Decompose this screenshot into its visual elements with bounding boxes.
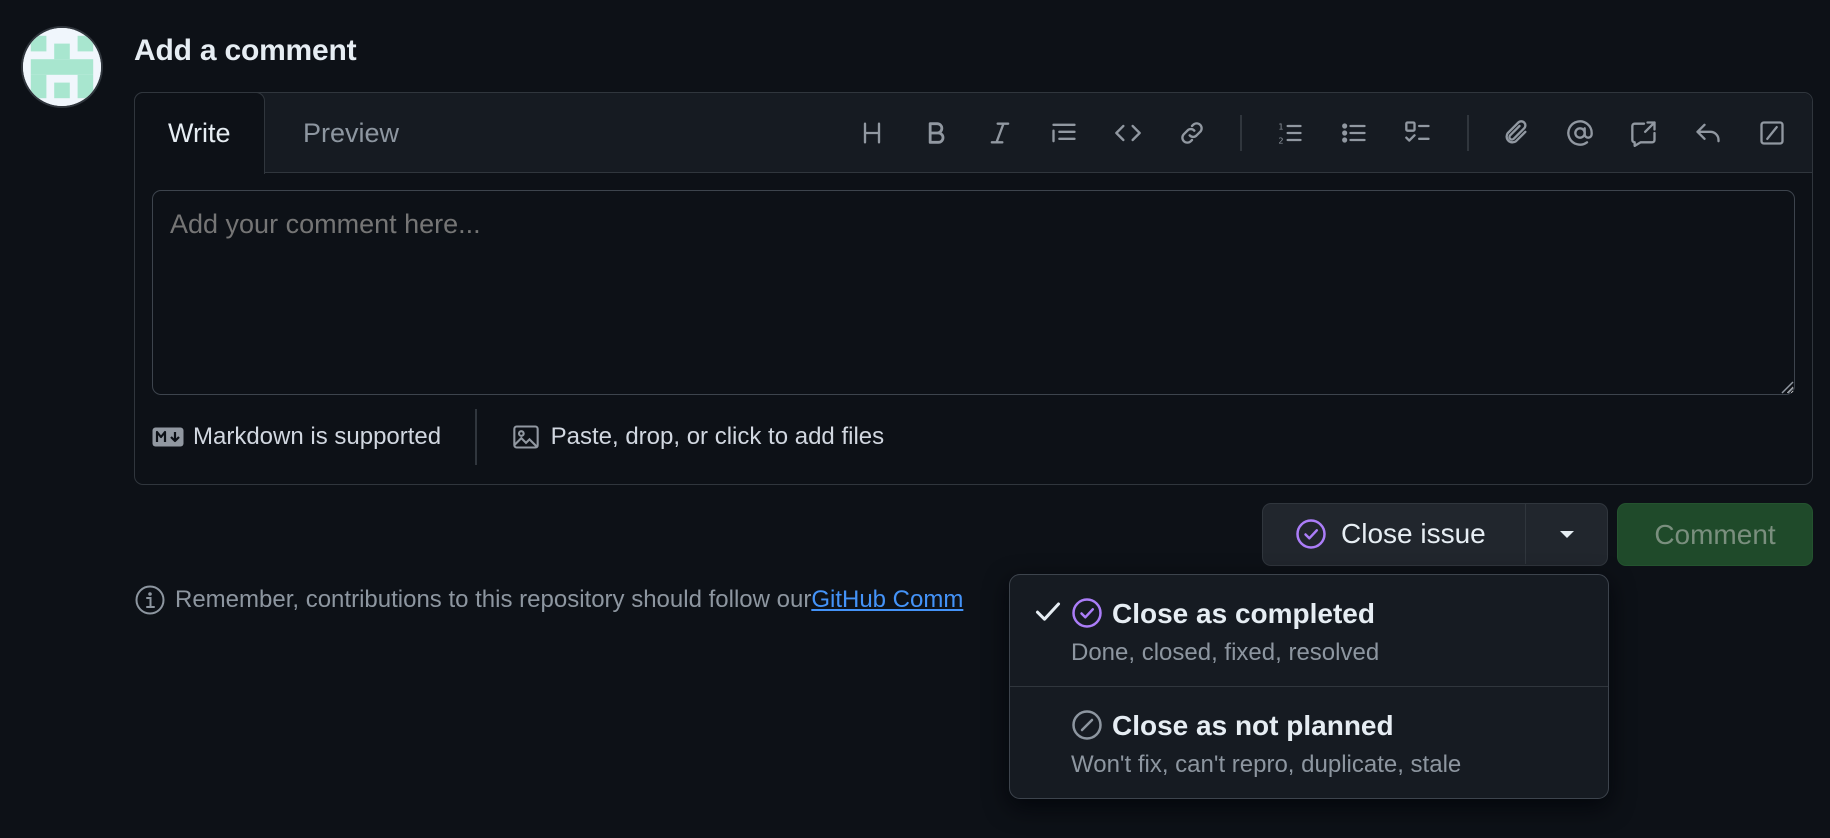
- slash-commands-icon[interactable]: [1754, 115, 1790, 151]
- avatar[interactable]: [21, 26, 103, 108]
- cross-reference-icon[interactable]: [1626, 115, 1662, 151]
- link-icon[interactable]: [1174, 115, 1210, 151]
- issue-closed-icon: [1072, 598, 1102, 628]
- code-icon[interactable]: [1110, 115, 1146, 151]
- contribution-notice: Remember, contributions to this reposito…: [134, 582, 963, 618]
- close-issue-split-button: Close issue: [1262, 503, 1608, 566]
- markdown-label: Markdown is supported: [193, 423, 442, 450]
- caret-down-icon: [1559, 531, 1574, 538]
- editor-tabbar: Write Preview 12: [134, 92, 1812, 174]
- close-options-menu: Close as completed Done, closed, fixed, …: [1009, 574, 1609, 799]
- footer-divider: [475, 409, 477, 465]
- reply-icon[interactable]: [1690, 115, 1726, 151]
- heading-icon[interactable]: [854, 115, 890, 151]
- info-icon: [135, 585, 165, 615]
- menu-item-close-not-planned[interactable]: Close as not planned Won't fix, can't re…: [1010, 687, 1608, 799]
- comment-button[interactable]: Comment: [1617, 503, 1813, 566]
- quote-icon[interactable]: [1046, 115, 1082, 151]
- identicon: [23, 28, 101, 106]
- add-files-label: Paste, drop, or click to add files: [550, 423, 885, 450]
- image-icon: [512, 425, 539, 449]
- resize-grip-icon[interactable]: [1780, 380, 1794, 394]
- community-guidelines-link[interactable]: GitHub Comm: [811, 586, 963, 614]
- toolbar-divider: [1467, 115, 1469, 151]
- menu-item-title: Close as completed: [1112, 598, 1375, 629]
- add-files-button[interactable]: Paste, drop, or click to add files: [510, 423, 885, 451]
- mention-icon[interactable]: [1562, 115, 1598, 151]
- comment-editor: Write Preview 12 Add your comment here..…: [134, 92, 1813, 485]
- tab-preview[interactable]: Preview: [270, 93, 432, 173]
- italic-icon[interactable]: [982, 115, 1018, 151]
- menu-item-description: Won't fix, can't repro, duplicate, stale: [1071, 751, 1462, 778]
- svg-text:1: 1: [1278, 122, 1283, 132]
- close-issue-label: Close issue: [1341, 518, 1486, 549]
- tab-write[interactable]: Write: [134, 92, 265, 174]
- ordered-list-icon[interactable]: 12: [1272, 115, 1308, 151]
- svg-text:2: 2: [1278, 136, 1283, 146]
- markdown-icon: [152, 427, 184, 447]
- editor-footer: Markdown is supported Paste, drop, or cl…: [152, 407, 884, 467]
- toolbar-divider: [1240, 115, 1242, 151]
- close-issue-button[interactable]: Close issue: [1263, 504, 1525, 564]
- skip-icon: [1072, 710, 1102, 740]
- notice-text: Remember, contributions to this reposito…: [175, 586, 812, 613]
- comment-input[interactable]: [152, 190, 1795, 395]
- menu-item-description: Done, closed, fixed, resolved: [1071, 639, 1380, 666]
- markdown-help-link[interactable]: Markdown is supported: [152, 423, 441, 451]
- check-icon: [1035, 602, 1061, 621]
- issue-closed-icon: [1296, 519, 1326, 549]
- page-title: Add a comment: [134, 34, 357, 67]
- attach-icon[interactable]: [1498, 115, 1534, 151]
- task-list-icon[interactable]: [1400, 115, 1436, 151]
- menu-item-title: Close as not planned: [1112, 710, 1394, 741]
- unordered-list-icon[interactable]: [1336, 115, 1372, 151]
- bold-icon[interactable]: [918, 115, 954, 151]
- menu-item-close-completed[interactable]: Close as completed Done, closed, fixed, …: [1010, 575, 1608, 687]
- close-options-toggle[interactable]: [1525, 504, 1607, 564]
